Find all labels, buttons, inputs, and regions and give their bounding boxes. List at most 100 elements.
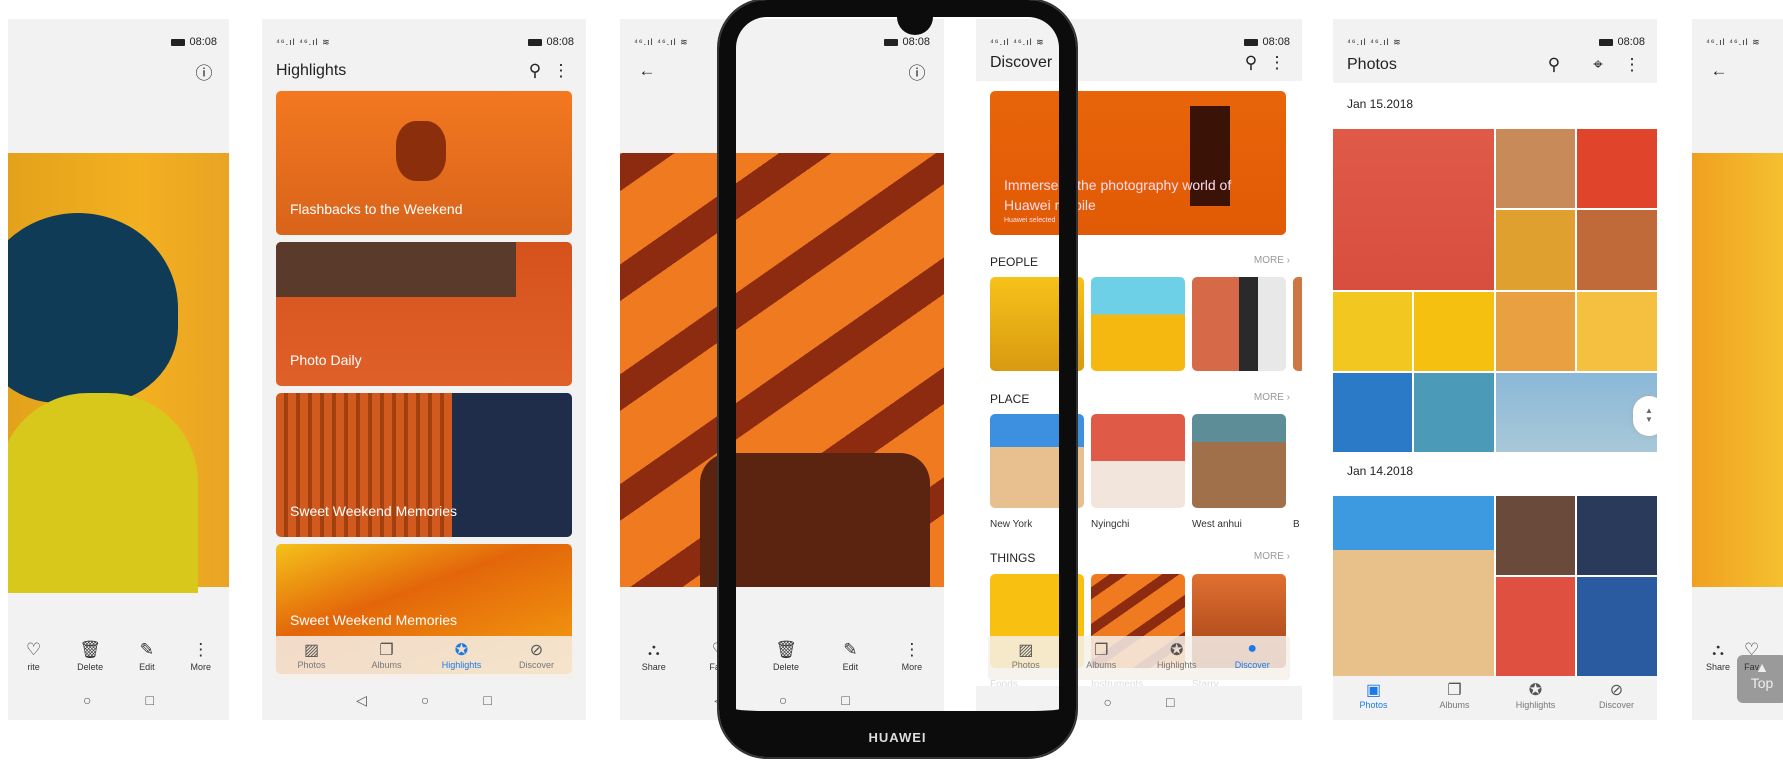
photo-thumb[interactable] (1577, 292, 1657, 371)
heart-icon: ♡ (25, 640, 42, 659)
fast-scroll-handle[interactable]: ▲ ▼ (1633, 396, 1657, 436)
tab-photos[interactable]: ▨ Photos (274, 636, 349, 680)
tab-albums[interactable]: ❐ Albums (1414, 676, 1495, 720)
more-icon[interactable]: ⋮ (548, 61, 574, 81)
battery-icon (528, 38, 543, 46)
status-time: 08:08 (1617, 36, 1645, 48)
highlight-card[interactable]: Photo Daily (276, 242, 572, 386)
highlights-icon: ✪ (1528, 682, 1543, 699)
status-time: 08:08 (1262, 36, 1290, 48)
more-link[interactable]: MORE › (1254, 392, 1290, 406)
recents-icon[interactable]: □ (483, 692, 491, 714)
viewer-right-actions: ⛬ Share ♡ Fav (1692, 640, 1783, 680)
share-icon: ⛬ (1712, 640, 1724, 659)
tab-albums[interactable]: ❐ Albums (349, 636, 424, 680)
photo-thumb[interactable] (1414, 292, 1494, 371)
search-icon[interactable]: ⚲ (1238, 53, 1264, 73)
photo-thumb[interactable] (1333, 496, 1494, 676)
highlights-icon: ✪ (454, 642, 469, 659)
tab-photos[interactable]: ▣ Photos (1333, 676, 1414, 720)
phone-brand-logo: HUAWEI (868, 730, 927, 745)
photos-icon: ▣ (1365, 682, 1382, 699)
photo-thumb[interactable] (1496, 129, 1575, 208)
photo-thumb[interactable] (1577, 496, 1657, 575)
search-icon[interactable]: ⚲ (1541, 55, 1567, 75)
photo-thumb[interactable] (1496, 210, 1575, 290)
home-icon[interactable]: ○ (421, 692, 429, 714)
trash-icon: 🗑 (79, 640, 101, 659)
tab-highlights[interactable]: ✪ Highlights (1495, 676, 1576, 720)
photos-icon: ▨ (303, 642, 320, 659)
albums-icon: ❐ (1447, 682, 1462, 699)
home-icon[interactable]: ○ (83, 692, 91, 714)
photo-thumb[interactable] (1496, 292, 1575, 371)
photo-thumb[interactable] (1333, 129, 1494, 290)
share-button[interactable]: ⛬ Share (1706, 640, 1730, 680)
share-button[interactable]: ⛬ Share (642, 640, 666, 680)
highlights-icon: ✪ (1170, 642, 1184, 659)
map-icon[interactable]: ⌖ (1585, 55, 1611, 75)
photo-thumb[interactable] (1333, 373, 1412, 452)
more-icon[interactable]: ⋮ (1264, 53, 1290, 73)
status-time: 08:08 (546, 36, 574, 48)
tab-highlights[interactable]: ✪ Highlights (1139, 636, 1215, 680)
search-icon[interactable]: ⚲ (522, 61, 548, 81)
photo-thumb[interactable] (1496, 577, 1575, 676)
front-camera (897, 13, 933, 35)
more-link[interactable]: MORE › (1254, 255, 1290, 269)
photos-screen: ⁴⁶.ıl ⁴⁶.ıl ≋ 08:08 Photos ⚲ ⌖ ⋮ Jan 15.2018… (1333, 19, 1657, 720)
photo-thumb[interactable] (1577, 210, 1657, 290)
date-header: Jan 15.2018 (1347, 97, 1414, 111)
tab-discover[interactable]: ● Discover (1215, 636, 1291, 680)
page-title: Photos (1347, 56, 1397, 73)
recents-icon[interactable]: □ (146, 692, 154, 714)
viewer-screen-left: 08:08 ⓘ ♡ rite 🗑 Delete ✎ Edit ⋮ More ○ □ (8, 19, 229, 720)
pencil-icon: ✎ (139, 640, 154, 659)
discover-icon: ● (1247, 640, 1258, 657)
place-thumb[interactable] (1192, 414, 1286, 508)
favorite-button[interactable]: ♡ rite (26, 640, 41, 680)
person-thumb[interactable] (1192, 277, 1286, 371)
delete-button[interactable]: 🗑 Delete (77, 640, 103, 680)
discover-icon: ⊘ (1609, 682, 1624, 699)
tab-discover[interactable]: ⊘ Discover (1576, 676, 1657, 720)
highlight-card[interactable]: Sweet Weekend Memories (276, 393, 572, 537)
info-icon[interactable]: ⓘ (191, 59, 217, 84)
back-arrow-icon[interactable]: ← (634, 61, 660, 81)
bottom-tab-bar: ▣ Photos ❐ Albums ✪ Highlights ⊘ Discover (1333, 676, 1657, 720)
share-icon: ⛬ (647, 640, 660, 659)
page-title: Highlights (276, 62, 347, 79)
home-icon[interactable]: ○ (1104, 694, 1112, 720)
date-header: Jan 14.2018 (1347, 464, 1414, 478)
more-link[interactable]: MORE › (1254, 551, 1290, 565)
photo-thumb[interactable] (1333, 292, 1412, 371)
back-arrow-icon[interactable]: ← (1706, 61, 1732, 81)
recents-icon[interactable]: □ (1166, 694, 1174, 720)
place-label: B (1293, 519, 1300, 530)
favorite-button[interactable]: ♡ Fav (1744, 640, 1759, 680)
signal-icon: ⁴⁶.ıl ⁴⁶.ıl ≋ (276, 36, 331, 47)
person-thumb[interactable] (1091, 277, 1185, 371)
photo-woman-blue-hair (8, 153, 229, 593)
viewer-screen-right: ⁴⁶.ıl ⁴⁶.ıl ≋ ← (1692, 19, 1783, 720)
heart-icon: ♡ (1744, 640, 1760, 659)
photo-thumb[interactable] (1577, 129, 1657, 208)
back-icon[interactable]: ◁ (356, 692, 367, 714)
highlight-card[interactable]: Flashbacks to the Weekend (276, 91, 572, 235)
signal-icon: ⁴⁶.ıl ⁴⁶.ıl ≋ (634, 36, 689, 47)
photo-thumb[interactable] (1496, 496, 1575, 575)
discover-icon: ⊘ (529, 642, 544, 659)
more-button[interactable]: ⋮ More (191, 640, 212, 680)
albums-icon: ❐ (379, 642, 394, 659)
tab-highlights[interactable]: ✪ Highlights (424, 636, 499, 680)
signal-icon: ⁴⁶.ıl ⁴⁶.ıl ≋ (1706, 36, 1761, 47)
more-icon[interactable]: ⋮ (1619, 55, 1645, 75)
phone-frame: HUAWEI (719, 0, 1076, 757)
place-thumb[interactable] (1091, 414, 1185, 508)
bottom-tab-bar: ▨ Photos ❐ Albums ✪ Highlights ⊘ Discover (274, 636, 574, 680)
tab-discover[interactable]: ⊘ Discover (499, 636, 574, 680)
more-icon: ⋮ (192, 640, 210, 659)
edit-button[interactable]: ✎ Edit (139, 640, 155, 680)
photo-thumb[interactable] (1414, 373, 1494, 452)
photo-thumb[interactable] (1577, 577, 1657, 676)
